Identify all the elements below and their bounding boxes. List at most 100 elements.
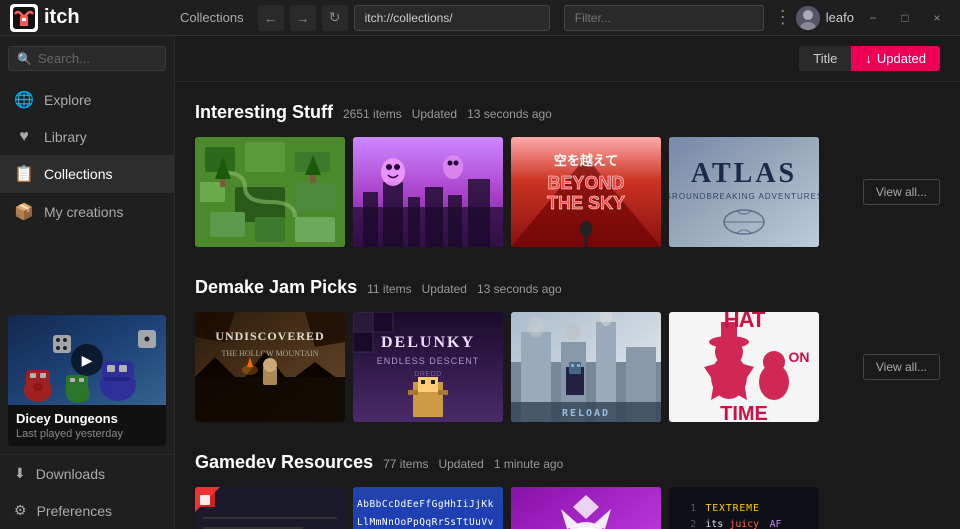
- logo-icon: [10, 4, 38, 32]
- svg-text:AF: AF: [770, 519, 782, 529]
- collection-header: Interesting Stuff 2651 items Updated 13 …: [195, 102, 940, 123]
- game-thumb[interactable]: [195, 137, 345, 247]
- game-thumb[interactable]: DELUNKY ENDLESS DESCENT DREDD: [353, 312, 503, 422]
- nav-items: 🌐 Explore ♥ Library 📋 Collections 📦 My c…: [0, 81, 174, 307]
- game-thumb[interactable]: UNDISCOVERED THE HOLLOW MOUNTAIN: [195, 312, 345, 422]
- game-thumb[interactable]: [195, 487, 345, 529]
- svg-text:its: its: [705, 519, 723, 529]
- svg-text:2: 2: [690, 519, 696, 529]
- collection-gamedev: Gamedev Resources 77 items Updated 1 min…: [175, 432, 960, 529]
- updated-label-3: Updated: [438, 457, 483, 471]
- collection-meta: 2651 items Updated 13 seconds ago: [343, 107, 552, 121]
- featured-game-card[interactable]: ▶ Dicey Dungeons Last played yesterday: [8, 315, 166, 446]
- svg-text:DREDD: DREDD: [414, 371, 441, 378]
- user-name: leafo: [826, 10, 854, 25]
- sidebar: 🔍 🌐 Explore ♥ Library 📋 Collections 📦 My…: [0, 36, 175, 529]
- game-thumb[interactable]: RELOAD: [511, 312, 661, 422]
- game-thumb[interactable]: HAT ON TIME: [669, 312, 819, 422]
- avatar: [796, 6, 820, 30]
- svg-text:DELUNKY: DELUNKY: [381, 334, 475, 351]
- svg-text:BEYOND: BEYOND: [547, 173, 624, 193]
- sidebar-item-explore[interactable]: 🌐 Explore: [0, 81, 174, 119]
- game-title: Dicey Dungeons: [16, 411, 158, 426]
- game-thumb[interactable]: 1 TEXTREME 2 its juicy AF 3 font = "bold…: [669, 487, 819, 529]
- sidebar-item-label: Explore: [44, 92, 91, 108]
- item-count: 2651 items: [343, 107, 402, 121]
- close-button[interactable]: ×: [924, 5, 950, 31]
- game-thumb[interactable]: [511, 487, 661, 529]
- game-thumb[interactable]: AbBbCcDdEeFfGgHhIiJjKk LlMmNnOoPpQqRrSsT…: [353, 487, 503, 529]
- collections-icon: 📋: [14, 164, 34, 184]
- item-count-3: 77 items: [383, 457, 428, 471]
- svg-text:ENDLESS DESCENT: ENDLESS DESCENT: [377, 356, 480, 366]
- game-card-info: Dicey Dungeons Last played yesterday: [8, 405, 166, 446]
- search-input[interactable]: [38, 51, 157, 66]
- svg-text:ON: ON: [789, 349, 810, 365]
- collection-title-2: Demake Jam Picks: [195, 277, 357, 298]
- maximize-button[interactable]: □: [892, 5, 918, 31]
- view-all-button-2[interactable]: View all...: [863, 354, 940, 380]
- app-name: itch: [44, 6, 80, 29]
- titlebar-center: Collections ← → ↻ ⋮: [180, 5, 796, 31]
- refresh-button[interactable]: ↻: [322, 5, 348, 31]
- downloads-label: Downloads: [36, 466, 105, 482]
- svg-text:ATLAS: ATLAS: [691, 158, 797, 189]
- sidebar-bottom: ⬇ Downloads ⚙ Preferences: [0, 454, 174, 529]
- game-thumb[interactable]: ATLAS GROUNDBREAKING ADVENTURES: [669, 137, 819, 247]
- game-thumb[interactable]: 空を越えて BEYOND THE SKY: [511, 137, 661, 247]
- sidebar-item-library[interactable]: ♥ Library: [0, 119, 174, 155]
- sort-updated-button[interactable]: ↓ Updated: [851, 46, 940, 71]
- explore-icon: 🌐: [14, 90, 34, 110]
- sort-title-label: Title: [813, 51, 837, 66]
- search-icon: 🔍: [17, 52, 32, 66]
- window-title: Collections: [180, 10, 244, 25]
- play-button[interactable]: ▶: [71, 344, 103, 376]
- updated-label-2: Updated: [422, 282, 467, 296]
- game-thumb[interactable]: [353, 137, 503, 247]
- game-card-image: ▶: [8, 315, 166, 405]
- view-all-button-1[interactable]: View all...: [863, 179, 940, 205]
- games-row-3: AbBbCcDdEeFfGgHhIiJjKk LlMmNnOoPpQqRrSsT…: [195, 487, 940, 529]
- minimize-button[interactable]: −: [860, 5, 886, 31]
- games-row-2: UNDISCOVERED THE HOLLOW MOUNTAIN: [195, 312, 940, 422]
- collection-interesting-stuff: Interesting Stuff 2651 items Updated 13 …: [175, 82, 960, 257]
- svg-text:juicy: juicy: [730, 519, 760, 529]
- game-subtitle: Last played yesterday: [16, 428, 158, 440]
- collection-meta-3: 77 items Updated 1 minute ago: [383, 457, 563, 471]
- svg-text:空を越えて: 空を越えて: [554, 153, 618, 168]
- search-box[interactable]: 🔍: [8, 46, 166, 71]
- sidebar-item-creations[interactable]: 📦 My creations: [0, 193, 174, 231]
- sort-title-button[interactable]: Title: [799, 46, 851, 71]
- svg-text:UNDISCOVERED: UNDISCOVERED: [215, 329, 324, 343]
- sidebar-item-label: Library: [44, 129, 87, 145]
- svg-text:TIME: TIME: [720, 403, 768, 422]
- updated-label: Updated: [412, 107, 457, 121]
- forward-button[interactable]: →: [290, 5, 316, 31]
- updated-time-2: 13 seconds ago: [477, 282, 562, 296]
- back-button[interactable]: ←: [258, 5, 284, 31]
- filter-input[interactable]: [564, 5, 764, 31]
- svg-text:HAT: HAT: [724, 312, 766, 332]
- games-row: 空を越えて BEYOND THE SKY: [195, 137, 940, 247]
- svg-text:GROUNDBREAKING ADVENTURES: GROUNDBREAKING ADVENTURES: [669, 192, 819, 201]
- updated-time: 13 seconds ago: [467, 107, 552, 121]
- preferences-icon: ⚙: [14, 502, 27, 519]
- svg-text:LlMmNnOoPpQqRrSsTtUuVv: LlMmNnOoPpQqRrSsTtUuVv: [357, 517, 494, 528]
- content-area: Title ↓ Updated Interesting Stuff 2651 i…: [175, 36, 960, 529]
- svg-text:1: 1: [690, 503, 696, 514]
- url-input[interactable]: [354, 5, 550, 31]
- library-icon: ♥: [14, 128, 34, 146]
- menu-button[interactable]: ⋮: [770, 5, 796, 31]
- sidebar-item-label: My creations: [44, 204, 123, 220]
- svg-text:THE SKY: THE SKY: [547, 193, 625, 213]
- downloads-icon: ⬇: [14, 465, 26, 482]
- collection-demake-jam: Demake Jam Picks 11 items Updated 13 sec…: [175, 257, 960, 432]
- sidebar-item-downloads[interactable]: ⬇ Downloads: [0, 455, 174, 492]
- updated-time-3: 1 minute ago: [494, 457, 563, 471]
- svg-text:AbBbCcDdEeFfGgHhIiJjKk: AbBbCcDdEeFfGgHhIiJjKk: [357, 499, 494, 510]
- sort-toolbar: Title ↓ Updated: [175, 36, 960, 82]
- sidebar-item-preferences[interactable]: ⚙ Preferences: [0, 492, 174, 529]
- sidebar-item-label: Collections: [44, 166, 112, 182]
- sidebar-item-collections[interactable]: 📋 Collections: [0, 155, 174, 193]
- svg-text:THE HOLLOW MOUNTAIN: THE HOLLOW MOUNTAIN: [222, 349, 319, 358]
